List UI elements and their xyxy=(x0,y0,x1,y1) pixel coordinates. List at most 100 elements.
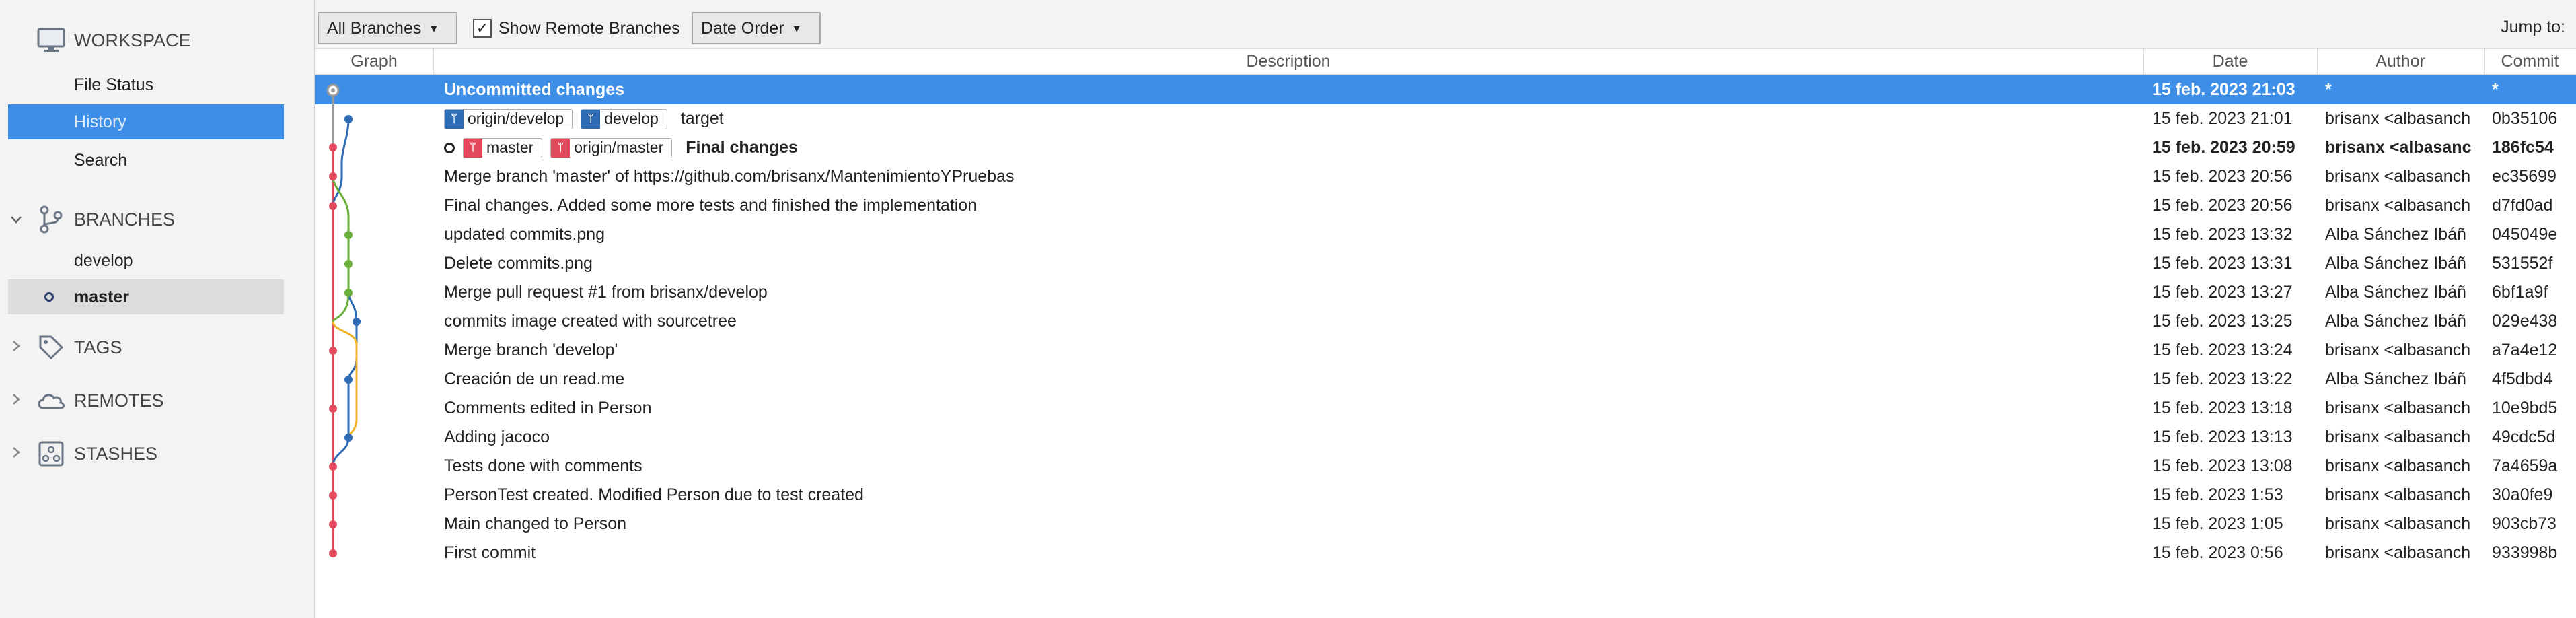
graph-node-persontest xyxy=(329,491,337,500)
show-remote-branches-toggle[interactable]: ✓ Show Remote Branches xyxy=(473,15,680,42)
table-row[interactable]: Merge branch 'master' of https://github.… xyxy=(315,162,2576,191)
commit-description: commits image created with sourcetree xyxy=(444,312,737,331)
graph-node-main-changed xyxy=(329,520,337,528)
order-value: Date Order xyxy=(701,18,784,38)
table-row[interactable]: commits image created with sourcetree 15… xyxy=(315,307,2576,336)
table-row[interactable]: Adding jacoco 15 feb. 2023 13:13 brisanx… xyxy=(315,423,2576,452)
commit-date: 15 feb. 2023 20:59 xyxy=(2152,138,2295,157)
order-dropdown[interactable]: Date Order ▾ xyxy=(692,12,821,44)
commit-hash: * xyxy=(2492,80,2499,99)
commit-date: 15 feb. 2023 1:53 xyxy=(2152,485,2283,504)
chevron-right-icon[interactable] xyxy=(9,339,23,356)
chevron-right-icon[interactable] xyxy=(9,392,23,409)
table-row[interactable]: PersonTest created. Modified Person due … xyxy=(315,481,2576,510)
jump-to-label[interactable]: Jump to: xyxy=(2501,18,2565,37)
show-remote-checkbox[interactable]: ✓ xyxy=(473,19,492,38)
column-header-description[interactable]: Description xyxy=(433,48,2144,74)
sidebar-item-search[interactable]: Search xyxy=(8,143,284,178)
commit-description: target xyxy=(680,109,724,128)
column-header-date[interactable]: Date xyxy=(2143,48,2318,74)
graph-node-merge-master xyxy=(329,172,337,180)
table-row[interactable]: First commit 15 feb. 2023 0:56 brisanx <… xyxy=(315,539,2576,568)
remote-branch-icon: ᛘ xyxy=(445,109,464,129)
sidebar-item-label: History xyxy=(74,112,126,131)
column-header-graph[interactable]: Graph xyxy=(315,48,434,74)
commit-description: First commit xyxy=(444,543,536,562)
commit-description: Merge branch 'develop' xyxy=(444,341,618,359)
sidebar-item-label: master xyxy=(74,287,129,306)
graph-edge-green-merge xyxy=(332,292,350,322)
graph-node-updated-commits xyxy=(344,231,353,239)
column-header-author[interactable]: Author xyxy=(2317,48,2485,74)
commit-author: Alba Sánchez Ibáñ xyxy=(2325,254,2466,273)
graph-node-commits-image xyxy=(353,318,361,326)
table-row[interactable]: Comments edited in Person 15 feb. 2023 1… xyxy=(315,394,2576,423)
table-row[interactable]: updated commits.png 15 feb. 2023 13:32 A… xyxy=(315,220,2576,249)
commit-author: Alba Sánchez Ibáñ xyxy=(2325,225,2466,244)
table-row[interactable]: Merge branch 'develop' 15 feb. 2023 13:2… xyxy=(315,336,2576,365)
branch-label-text: master xyxy=(486,139,534,156)
column-header-commit[interactable]: Commit xyxy=(2484,48,2576,74)
workspace-title: WORKSPACE xyxy=(74,30,191,50)
tags-section[interactable]: TAGS xyxy=(0,329,314,366)
commit-author: brisanx <albasanch xyxy=(2325,341,2471,359)
branch-label-develop[interactable]: ᛘ develop xyxy=(581,108,667,129)
sidebar-item-develop[interactable]: develop xyxy=(8,243,284,278)
table-row[interactable]: Merge pull request #1 from brisanx/devel… xyxy=(315,278,2576,307)
commit-hash: 6bf1a9f xyxy=(2492,283,2548,302)
commit-description: Uncommitted changes xyxy=(444,80,625,99)
sidebar-item-master[interactable]: master xyxy=(8,279,284,314)
graph-node-delete-commits xyxy=(344,260,353,268)
commit-row-uncommitted[interactable]: Uncommitted changes 15 feb. 2023 21:03 *… xyxy=(315,75,2576,104)
toolbar: All Branches ▾ ✓ Show Remote Branches Da… xyxy=(315,0,2576,49)
table-row[interactable]: ᛘ origin/develop ᛘ develop target 15 feb. … xyxy=(315,104,2576,133)
branch-icon: ᛘ xyxy=(464,138,482,158)
branch-label-master[interactable]: ᛘ master xyxy=(463,137,543,158)
table-row[interactable]: Final changes. Added some more tests and… xyxy=(315,191,2576,220)
tags-title: TAGS xyxy=(74,337,122,357)
commit-author: brisanx <albasanch xyxy=(2325,543,2471,562)
sidebar-item-history[interactable]: History xyxy=(8,104,284,139)
sidebar-item-file-status[interactable]: File Status xyxy=(8,67,284,102)
commit-date: 15 feb. 2023 13:08 xyxy=(2152,456,2293,475)
commit-description: Merge pull request #1 from brisanx/devel… xyxy=(444,283,768,302)
graph-edge-develop-lower xyxy=(347,292,358,438)
graph-node-merge-pr xyxy=(344,289,353,297)
tag-icon xyxy=(35,331,67,364)
commit-date: 15 feb. 2023 13:22 xyxy=(2152,370,2293,388)
commit-hash: 933998b xyxy=(2492,543,2558,562)
table-row[interactable]: ᛘ master ᛘ origin/master Final changes 15 … xyxy=(315,133,2576,162)
commit-graph xyxy=(326,83,361,557)
remote-branch-icon: ᛘ xyxy=(551,138,571,158)
commit-date: 15 feb. 2023 13:18 xyxy=(2152,399,2293,417)
commit-author: Alba Sánchez Ibáñ xyxy=(2325,370,2466,388)
table-row[interactable]: Creación de un read.me 15 feb. 2023 13:2… xyxy=(315,365,2576,394)
commit-description: Delete commits.png xyxy=(444,254,593,273)
graph-edge-develop-top xyxy=(340,118,350,176)
commit-description: PersonTest created. Modified Person due … xyxy=(444,485,864,504)
table-row[interactable]: Tests done with comments 15 feb. 2023 13… xyxy=(315,452,2576,481)
stashes-title: STASHES xyxy=(74,443,158,464)
commit-date: 15 feb. 2023 1:05 xyxy=(2152,514,2283,533)
graph-node-tests xyxy=(329,462,337,471)
branch-label-origin-master[interactable]: ᛘ origin/master xyxy=(550,137,673,158)
branch-label-text: develop xyxy=(604,110,659,127)
commit-description: Main changed to Person xyxy=(444,514,627,533)
branch-filter-dropdown[interactable]: All Branches ▾ xyxy=(318,12,457,44)
chevron-down-icon[interactable] xyxy=(9,211,23,228)
table-row[interactable]: Main changed to Person 15 feb. 2023 1:05… xyxy=(315,510,2576,539)
commit-date: 15 feb. 2023 13:32 xyxy=(2152,225,2293,244)
branches-section[interactable]: BRANCHES xyxy=(0,201,314,238)
stashes-section[interactable]: STASHES xyxy=(0,435,314,473)
commit-hash: d7fd0ad xyxy=(2492,196,2553,215)
commit-hash: 045049e xyxy=(2492,225,2558,244)
commit-author: brisanx <albasanch xyxy=(2325,109,2471,128)
chevron-right-icon[interactable] xyxy=(9,445,23,462)
commit-description: Adding jacoco xyxy=(444,427,550,446)
branch-label-origin-develop[interactable]: ᛘ origin/develop xyxy=(444,108,573,129)
commit-date: 15 feb. 2023 13:24 xyxy=(2152,341,2293,359)
remotes-section[interactable]: REMOTES xyxy=(0,382,314,419)
commit-description-cell: ᛘ origin/develop ᛘ develop target xyxy=(444,104,1776,133)
commit-author: brisanx <albasanc xyxy=(2325,138,2472,157)
table-row[interactable]: Delete commits.png 15 feb. 2023 13:31 Al… xyxy=(315,249,2576,278)
